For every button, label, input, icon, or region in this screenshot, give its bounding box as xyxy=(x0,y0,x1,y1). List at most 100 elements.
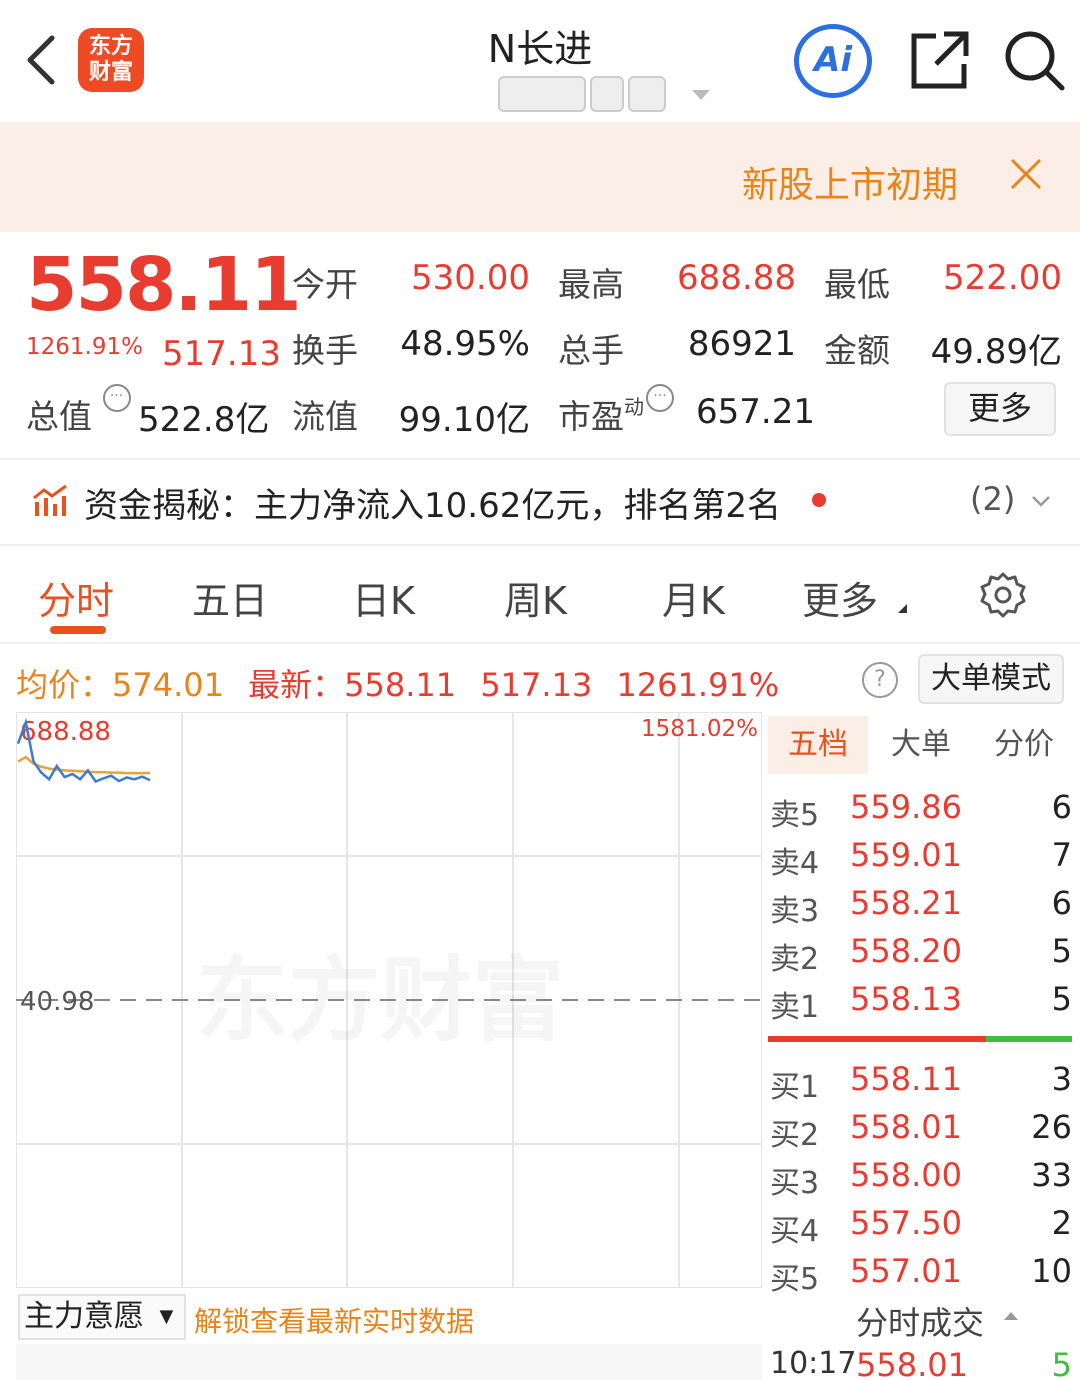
bid-label: 买3 xyxy=(770,1166,820,1201)
bid-price[interactable]: 558.00 xyxy=(850,1156,962,1194)
bid-price[interactable]: 557.50 xyxy=(850,1204,962,1242)
ipo-banner[interactable]: 新股上市初期 xyxy=(0,122,1080,232)
mktcap-label: 总值 ··· xyxy=(26,384,131,438)
float-value: 99.10亿 xyxy=(398,400,530,440)
ask-row: 卖5 559.86 6 xyxy=(770,786,1072,834)
info-dots-icon[interactable]: ··· xyxy=(646,384,674,412)
bid-row: 买2 558.01 26 xyxy=(770,1106,1072,1154)
ask-price[interactable]: 558.13 xyxy=(850,980,962,1018)
amount-value: 49.89亿 xyxy=(930,332,1062,372)
turnover-label: 换手 xyxy=(292,331,358,370)
more-quote-button[interactable]: 更多 xyxy=(944,382,1056,436)
last-change: 517.13 xyxy=(480,666,593,704)
ask-row: 卖1 558.13 5 xyxy=(770,978,1072,1026)
ask-price[interactable]: 558.21 xyxy=(850,884,962,922)
unlock-realtime-link[interactable]: 解锁查看最新实时数据 xyxy=(194,1300,474,1340)
banner-text: 新股上市初期 xyxy=(741,165,958,206)
change-amount: 517.13 xyxy=(162,334,281,374)
stock-name[interactable]: N长进 xyxy=(400,18,680,73)
intraday-chart[interactable]: 东方财富 688.88 1581.02% 40.98 xyxy=(16,712,762,1288)
main-intent-dropdown[interactable]: 主力意愿 ▼ xyxy=(18,1294,186,1340)
new-dot xyxy=(812,493,826,507)
caret-up-icon[interactable] xyxy=(1004,1312,1018,1320)
turnover-value: 48.95% xyxy=(400,324,530,364)
tab-intraday[interactable]: 分时 xyxy=(38,570,114,625)
bid-volume: 10 xyxy=(1031,1252,1072,1290)
active-tab-indicator xyxy=(50,626,106,634)
y-top-pct-label: 1581.02% xyxy=(641,716,758,742)
bid-price[interactable]: 557.01 xyxy=(850,1252,962,1290)
fund-flow-text[interactable]: 资金揭秘：主力净流入10.62亿元，排名第2名 xyxy=(84,478,781,527)
float-label: 流值 xyxy=(292,397,358,436)
tab-price-dist[interactable]: 分价 xyxy=(974,716,1074,774)
bid-price[interactable]: 558.11 xyxy=(850,1060,962,1098)
y-top-label: 688.88 xyxy=(20,717,111,747)
pe-value: 657.21 xyxy=(696,392,815,432)
high-label: 最高 xyxy=(558,265,624,304)
tab-five-day[interactable]: 五日 xyxy=(192,570,268,625)
share-icon[interactable] xyxy=(906,28,972,94)
tick-time: 10:17 xyxy=(770,1346,857,1380)
divider xyxy=(0,642,1080,644)
ask-label: 卖5 xyxy=(770,798,820,833)
tab-five-level[interactable]: 五档 xyxy=(768,716,868,774)
last-pct: 1261.91% xyxy=(616,666,780,704)
pe-label-text: 市盈 xyxy=(558,397,624,436)
tab-monthly-k[interactable]: 月K xyxy=(662,570,725,625)
ask-volume: 7 xyxy=(1051,836,1072,874)
chevron-down-icon[interactable] xyxy=(1030,490,1052,512)
ask-label: 卖2 xyxy=(770,942,820,977)
search-icon[interactable] xyxy=(1000,26,1066,92)
last-label: 最新： xyxy=(248,666,345,704)
settings-gear-icon[interactable] xyxy=(978,570,1028,620)
tab-daily-k[interactable]: 日K xyxy=(352,570,415,625)
pe-label: 市盈动 ··· xyxy=(558,384,674,438)
ask-price[interactable]: 558.20 xyxy=(850,932,962,970)
tick-volume: 5 xyxy=(1051,1346,1072,1380)
logo-text-2: 财富 xyxy=(88,60,133,85)
big-order-mode-button[interactable]: 大单模式 xyxy=(918,654,1064,704)
bid-price[interactable]: 558.01 xyxy=(850,1108,962,1146)
bid-volume: 2 xyxy=(1051,1204,1072,1242)
amount-label: 金额 xyxy=(824,331,890,370)
high-value: 688.88 xyxy=(677,258,796,298)
low-label: 最低 xyxy=(824,265,890,304)
fund-count[interactable]: (2) xyxy=(970,480,1015,518)
current-price: 558.11 xyxy=(26,242,302,328)
low-value: 522.00 xyxy=(943,258,1062,298)
open-value: 530.00 xyxy=(411,258,530,298)
close-icon[interactable] xyxy=(1006,154,1046,194)
bid-row: 买5 557.01 10 xyxy=(770,1250,1072,1298)
ask-price[interactable]: 559.01 xyxy=(850,836,962,874)
tab-weekly-k[interactable]: 周K xyxy=(504,570,567,625)
ask-row: 卖2 558.20 5 xyxy=(770,930,1072,978)
bid-label: 买5 xyxy=(770,1262,820,1297)
bid-volume: 26 xyxy=(1031,1108,1072,1146)
intraday-info: 均价：574.01 最新：558.11 517.13 1261.91% xyxy=(16,660,779,706)
ai-assistant-button[interactable]: Ai xyxy=(794,24,872,98)
y-ref-label: 40.98 xyxy=(20,987,94,1017)
avg-label: 均价： xyxy=(16,666,113,704)
pe-label-sup: 动 xyxy=(624,395,644,419)
bid-label: 买4 xyxy=(770,1214,820,1249)
caret-down-icon[interactable] xyxy=(692,90,710,100)
bid-label: 买1 xyxy=(770,1070,820,1105)
ask-price[interactable]: 559.86 xyxy=(850,788,962,826)
ask-row: 卖4 559.01 7 xyxy=(770,834,1072,882)
bid-row: 买4 557.50 2 xyxy=(770,1202,1072,1250)
tab-big-order[interactable]: 大单 xyxy=(872,716,970,774)
tab-more[interactable]: 更多 xyxy=(802,570,878,625)
help-icon[interactable]: ? xyxy=(862,662,898,698)
open-label: 今开 xyxy=(292,265,358,304)
stock-code-blurred[interactable] xyxy=(498,76,674,114)
info-dots-icon[interactable]: ··· xyxy=(102,384,131,412)
volume-value: 86921 xyxy=(687,324,796,364)
tick-trades-title[interactable]: 分时成交 xyxy=(856,1298,984,1344)
ask-label: 卖4 xyxy=(770,846,820,881)
mktcap-label-text: 总值 xyxy=(26,397,92,436)
ask-row: 卖3 558.21 6 xyxy=(770,882,1072,930)
back-arrow-icon[interactable] xyxy=(22,30,62,90)
bid-label: 买2 xyxy=(770,1118,820,1153)
bid-ask-ratio-bar-sell xyxy=(768,1036,986,1042)
tick-price: 558.01 xyxy=(856,1346,968,1380)
